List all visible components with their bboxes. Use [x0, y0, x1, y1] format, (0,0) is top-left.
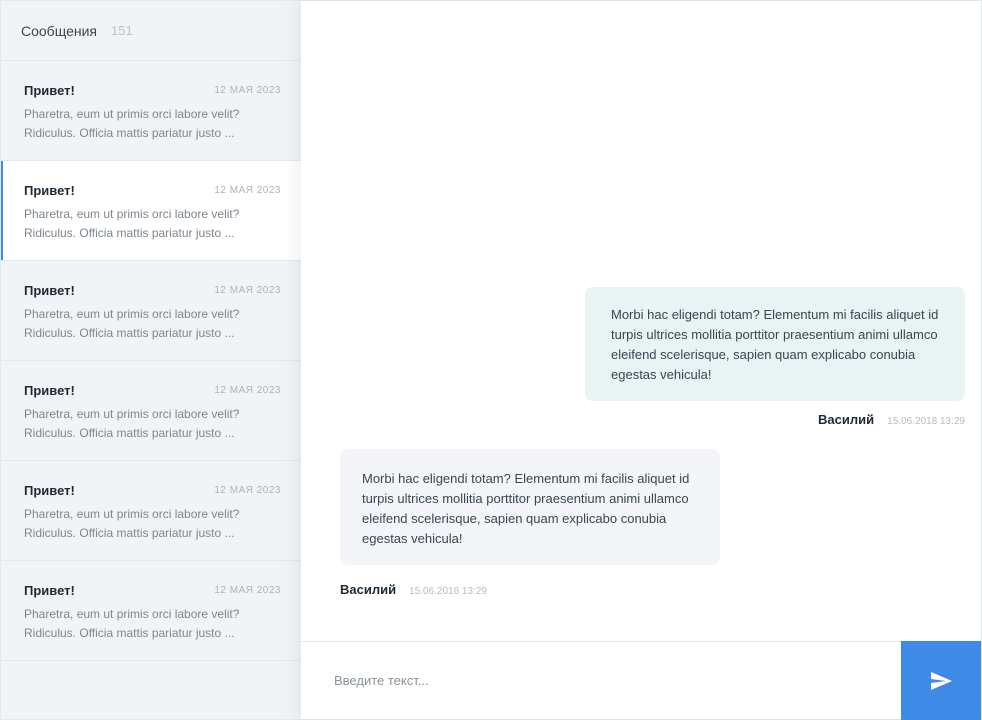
sidebar-title: Сообщения: [21, 22, 97, 39]
conversation-date: 12 МАЯ 2023: [214, 185, 281, 196]
conversation-item[interactable]: Привет! 12 МАЯ 2023 Pharetra, eum ut pri…: [1, 61, 301, 161]
conversation-date: 12 МАЯ 2023: [214, 485, 281, 496]
conversation-preview: Pharetra, eum ut primis orci labore veli…: [24, 507, 240, 540]
incoming-message-meta: Василий 15.06.2018 13:29: [340, 582, 487, 597]
conversation-item[interactable]: Привет! 12 МАЯ 2023 Pharetra, eum ut pri…: [1, 561, 301, 661]
message-composer: [301, 641, 981, 720]
message-input[interactable]: [301, 642, 901, 719]
conversation-preview: Pharetra, eum ut primis orci labore veli…: [24, 407, 240, 440]
conversation-item-active[interactable]: Привет! 12 МАЯ 2023 Pharetra, eum ut pri…: [1, 161, 301, 261]
conversation-preview: Pharetra, eum ut primis orci labore veli…: [24, 207, 240, 240]
message-author: Василий: [340, 582, 397, 597]
conversation-preview: Pharetra, eum ut primis orci labore veli…: [24, 107, 240, 140]
conversation-preview: Pharetra, eum ut primis orci labore veli…: [24, 607, 240, 640]
send-button[interactable]: [901, 641, 981, 720]
outgoing-message-bubble: Morbi hac eligendi totam? Elementum mi f…: [585, 287, 965, 401]
conversation-preview: Pharetra, eum ut primis orci labore veli…: [24, 307, 240, 340]
conversation-date: 12 МАЯ 2023: [214, 385, 281, 396]
conversation-item[interactable]: Привет! 12 МАЯ 2023 Pharetra, eum ut pri…: [1, 361, 301, 461]
message-count-badge: 151: [110, 23, 133, 38]
send-icon: [931, 671, 952, 690]
incoming-message-bubble: Morbi hac eligendi totam? Elementum mi f…: [340, 449, 720, 565]
conversation-item[interactable]: Привет! 12 МАЯ 2023 Pharetra, eum ut pri…: [1, 261, 301, 361]
conversation-date: 12 МАЯ 2023: [214, 285, 281, 296]
conversation-date: 12 МАЯ 2023: [214, 585, 281, 596]
outgoing-message-meta: Василий 15.06.2018 13:29: [818, 412, 965, 427]
conversation-item[interactable]: Привет! 12 МАЯ 2023 Pharetra, eum ut pri…: [1, 461, 301, 561]
messenger-window: Сообщения 151 Привет! 12 МАЯ 2023 Pharet…: [0, 0, 982, 720]
message-timestamp: 15.06.2018 13:29: [409, 586, 487, 597]
message-timestamp: 15.06.2018 13:29: [887, 416, 965, 427]
conversation-sidebar: Сообщения 151 Привет! 12 МАЯ 2023 Pharet…: [1, 1, 301, 719]
chat-panel: Morbi hac eligendi totam? Elementum mi f…: [301, 1, 981, 720]
sidebar-header: Сообщения 151: [1, 1, 301, 61]
conversation-date: 12 МАЯ 2023: [214, 85, 281, 96]
message-author: Василий: [818, 412, 875, 427]
